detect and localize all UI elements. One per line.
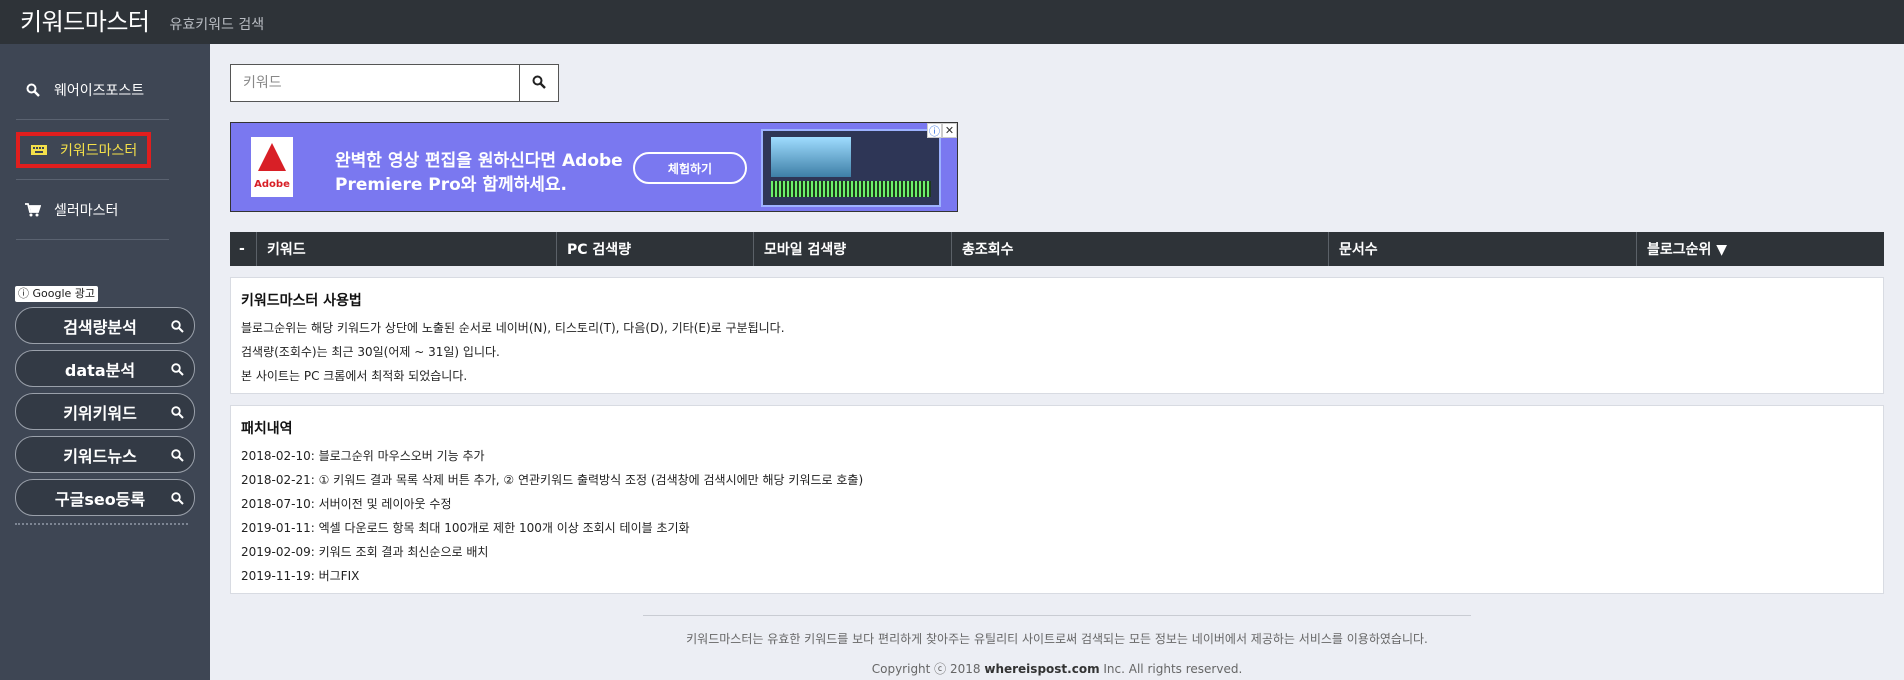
search-input[interactable] bbox=[230, 64, 519, 102]
search-icon bbox=[24, 83, 42, 97]
keyboard-icon bbox=[30, 144, 48, 155]
top-bar: 키워드마스터 유효키워드 검색 bbox=[0, 0, 1904, 44]
search-icon bbox=[171, 318, 184, 337]
footer-copyright: Copyright ⓒ 2018 whereispost.com Inc. Al… bbox=[643, 654, 1471, 680]
patch-panel: 패치내역 2018-02-10: 블로그순위 마우스오버 기능 추가 2018-… bbox=[230, 405, 1884, 594]
sidebar-item-label: 웨어이즈포스트 bbox=[54, 82, 145, 99]
ad-button-kiwi-keyword[interactable]: 키위키워드 bbox=[15, 393, 195, 430]
ad-button-google-seo[interactable]: 구글seo등록 bbox=[15, 479, 195, 516]
cart-icon bbox=[24, 202, 42, 217]
sidebar-item-keywordmaster[interactable]: 키워드마스터 bbox=[16, 120, 169, 180]
adobe-logo: Adobe bbox=[251, 137, 293, 197]
copyright-suffix: Inc. All rights reserved. bbox=[1099, 662, 1243, 676]
ad-button-keyword-news[interactable]: 키워드뉴스 bbox=[15, 436, 195, 473]
ad-button-label: 키위키워드 bbox=[63, 403, 137, 423]
adobe-mark-icon bbox=[258, 143, 286, 171]
patch-line: 2019-02-09: 키워드 조회 결과 최신순으로 배치 bbox=[241, 545, 489, 559]
usage-title: 키워드마스터 사용법 bbox=[241, 293, 362, 309]
copyright-prefix: Copyright ⓒ 2018 bbox=[871, 662, 985, 676]
copyright-domain-link[interactable]: whereispost.com bbox=[984, 662, 1099, 676]
sidebar-divider bbox=[15, 523, 188, 525]
sidebar-item-label: 키워드마스터 bbox=[60, 142, 138, 159]
ad-button-label: 검색량분석 bbox=[63, 317, 137, 337]
patch-line: 2018-07-10: 서버이전 및 레이아웃 수정 bbox=[241, 497, 452, 511]
ad-button-label: 구글seo등록 bbox=[54, 489, 146, 509]
sidebar-item-label: 셀러마스터 bbox=[54, 202, 119, 219]
sidebar-item-sellermaster[interactable]: 셀러마스터 bbox=[16, 180, 169, 240]
footer: 키워드마스터는 유효한 키워드를 보다 편리하게 찾아주는 유틸리티 사이트로써… bbox=[643, 615, 1471, 680]
ad-banner[interactable]: Adobe 완벽한 영상 편집을 원하신다면 Adobe Premiere Pr… bbox=[230, 122, 958, 212]
search-bar bbox=[230, 64, 559, 102]
column-documents[interactable]: 문서수 bbox=[1329, 232, 1637, 266]
column-pc-volume[interactable]: PC 검색량 bbox=[557, 232, 754, 266]
brand-subtitle: 유효키워드 검색 bbox=[169, 17, 265, 33]
usage-panel: 키워드마스터 사용법 블로그순위는 해당 키워드가 상단에 노출된 순서로 네이… bbox=[230, 277, 1884, 394]
patch-line: 2019-01-11: 엑셀 다운로드 항목 최대 100개로 제한 100개 … bbox=[241, 521, 690, 535]
column-select[interactable]: - bbox=[230, 232, 257, 266]
patch-title: 패치내역 bbox=[241, 421, 293, 437]
column-mobile-volume[interactable]: 모바일 검색량 bbox=[754, 232, 952, 266]
search-icon bbox=[532, 75, 546, 92]
sidebar-item-whereispost[interactable]: 웨어이즈포스트 bbox=[16, 60, 169, 120]
column-blog-rank[interactable]: 블로그순위 ▼ bbox=[1637, 232, 1884, 266]
patch-line: 2018-02-21: ① 키워드 결과 목록 삭제 버튼 추가, ② 연관키워… bbox=[241, 473, 864, 487]
adobe-wordmark: Adobe bbox=[254, 179, 290, 190]
search-button[interactable] bbox=[519, 64, 559, 102]
ad-info-icon[interactable]: ⓘ bbox=[927, 123, 942, 138]
banner-screenshot-timeline bbox=[771, 181, 931, 197]
banner-text: 완벽한 영상 편집을 원하신다면 Adobe Premiere Pro와 함께하… bbox=[335, 151, 623, 195]
sidebar-menu: 웨어이즈포스트 키워드마스터 셀러마스터 bbox=[0, 44, 185, 240]
ad-button-search-volume[interactable]: 검색량분석 bbox=[15, 307, 195, 344]
sidebar: 웨어이즈포스트 키워드마스터 셀러마스터 ⓘ Google 광고 검색량분석 d… bbox=[0, 44, 210, 680]
keyword-table-header: - 키워드 PC 검색량 모바일 검색량 총조회수 문서수 블로그순위 ▼ bbox=[230, 232, 1884, 266]
footer-notice: 키워드마스터는 유효한 키워드를 보다 편리하게 찾아주는 유틸리티 사이트로써… bbox=[686, 632, 1428, 646]
banner-screenshot-image bbox=[761, 129, 941, 207]
patch-line: 2019-11-19: 버그FIX bbox=[241, 569, 360, 583]
column-total-views[interactable]: 총조회수 bbox=[952, 232, 1329, 266]
search-icon bbox=[171, 490, 184, 509]
search-icon bbox=[171, 447, 184, 466]
patch-line: 2018-02-10: 블로그순위 마우스오버 기능 추가 bbox=[241, 449, 485, 463]
ad-button-data-analysis[interactable]: data분석 bbox=[15, 350, 195, 387]
ad-button-list: 검색량분석 data분석 키위키워드 키워드뉴스 구글seo등록 bbox=[15, 307, 195, 522]
google-ad-label[interactable]: ⓘ Google 광고 bbox=[15, 286, 99, 302]
usage-line: 블로그순위는 해당 키워드가 상단에 노출된 순서로 네이버(N), 티스토리(… bbox=[241, 321, 785, 335]
ad-close-icon[interactable]: ✕ bbox=[942, 123, 957, 138]
brand-title[interactable]: 키워드마스터 bbox=[20, 8, 150, 36]
ad-button-label: 키워드뉴스 bbox=[63, 446, 137, 466]
active-highlight[interactable]: 키워드마스터 bbox=[16, 131, 152, 168]
search-icon bbox=[171, 361, 184, 380]
banner-cta-button[interactable]: 체험하기 bbox=[633, 152, 747, 184]
search-icon bbox=[171, 404, 184, 423]
column-keyword[interactable]: 키워드 bbox=[257, 232, 557, 266]
banner-screenshot-preview bbox=[771, 137, 851, 177]
ad-controls: ⓘ ✕ bbox=[927, 123, 957, 138]
usage-line: 검색량(조회수)는 최근 30일(어제 ~ 31일) 입니다. bbox=[241, 345, 500, 359]
ad-button-label: data분석 bbox=[64, 360, 136, 380]
usage-line: 본 사이트는 PC 크롬에서 최적화 되었습니다. bbox=[241, 369, 468, 383]
